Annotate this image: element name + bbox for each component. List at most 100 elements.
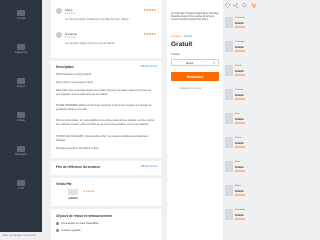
product-thumbnail [225,41,233,52]
recommendation-item[interactable]: Dessin Gratuit [223,136,259,152]
chevron-down-icon: ▾ [213,61,215,66]
app-window: Accueil Catégories Favoris Achats Messag… [0,0,259,240]
product-thumbnail [225,209,233,220]
recommendation-badge [235,74,245,76]
recommendation-name: Jeux [235,113,240,115]
sidebar-item-label: Messages [15,153,27,156]
recommendation-name: Peinture [235,89,244,91]
recommendation-item[interactable]: Jeux Gratuit [223,112,259,128]
share-icon[interactable] [233,3,238,8]
product-thumbnail [225,17,233,28]
contact-seller-link[interactable]: Contacter le vendeur [179,87,201,90]
recommendation-badge [235,194,245,196]
recommendation-price: Gratuit [235,118,244,121]
recommendation-price: Gratuit [235,190,244,193]
option-label: Couleur [171,53,181,56]
recommendation-item[interactable]: Robe Gratuit [223,160,259,176]
description-paragraph: Savon Ultime Vente Coupons Fleurs [56,82,94,84]
recommendation-name: Robe [235,161,241,163]
recommendation-item[interactable]: Kit d'éveil Gratuit [223,16,259,32]
heart-icon[interactable] [225,3,230,8]
check-icon [56,222,59,225]
avatar [56,32,62,38]
review-stars: ★★★★★ [143,32,157,36]
sidebar-item-label: Accueil [16,17,26,20]
purchase-panel: Kit Coloriage Thérapie Magnétique Colori… [167,0,223,240]
recommendation-price: Gratuit [235,142,244,145]
show-all-link[interactable]: Afficher le tout [140,65,157,68]
recommendation-price: Gratuit [235,22,244,25]
recommendation-price: Gratuit [235,166,244,169]
truck-icon [56,229,59,232]
product-price: Gratuit [171,41,193,48]
divider [51,175,162,178]
seller-title: Vendu Par [56,182,72,186]
description-paragraph: PÂTE Diamantée à Vingt Couleurs [56,74,92,76]
description-paragraph: Message du vendeur: Fait d'après le Bucy [56,148,99,150]
login-link[interactable]: Créer un compte / Connexion [2,234,36,237]
product-stars: ★★★★☆ [171,35,183,38]
recommendation-item[interactable]: Peinture Gratuit [223,88,259,104]
product-details: Marty Il y a 1 an ★★★★★ Un très bon choi… [51,0,162,240]
avatar [56,8,62,14]
seller-stars: ★★★★★ [83,190,95,193]
returns-item: Commander en toute tranquillité ! [56,222,99,225]
sidebar-item-orders[interactable]: Achats [0,112,42,122]
sidebar-footer: Créer un compte / Connexion [0,232,42,240]
sidebar-item-categories[interactable]: Catégories [0,44,42,54]
sidebar-item-label: Favoris [16,85,26,88]
review-date: Il y a 1 an [65,12,76,15]
description-paragraph: Made Well: Il est en fourrage élégamment… [56,90,152,96]
product-title: Kit Coloriage Thérapie Magnétique Colori… [171,12,219,22]
product-thumbnail [225,161,233,172]
chat-icon [17,146,25,152]
reviews-link[interactable]: (2) avis [184,35,192,38]
seller-logo [68,189,78,195]
recommendation-badge [235,50,245,52]
returns-item: Livraison gratuite [56,229,81,232]
recommendation-badge [235,98,245,100]
returns-item-label: Livraison gratuite [61,229,81,233]
recommendation-item[interactable]: Bijoux Gratuit [223,184,259,200]
review-text: Un très bon choix. Parfait pour une fill… [65,18,129,21]
recommendation-item[interactable]: Puzzle Gratuit [223,64,259,80]
recommendation-price: Gratuit [235,214,244,217]
sidebar-item-label: Profil [18,187,24,190]
recommendation-badge [235,122,245,124]
recommendation-name: Puzzle [235,65,242,67]
recommendation-name: Coloriage [235,41,245,43]
heart-icon [17,78,25,84]
cart-icon[interactable] [251,3,256,8]
sidebar-item-home[interactable]: Accueil [0,10,42,20]
sidebar-item-label: Achats [17,119,25,122]
seller-name: sa4life2 [68,197,78,200]
bag-icon [17,112,25,118]
recommendation-badge [235,170,245,172]
recommendation-item[interactable]: Coloriage Gratuit [223,40,259,56]
sidebar-item-favorites[interactable]: Favoris [0,78,42,88]
recommendation-item[interactable]: Ensemble Gratuit [223,208,259,224]
recommendation-badge [235,26,245,28]
sidebar-item-label: Catégories [14,51,28,54]
sidebar-item-profile[interactable]: Profil [0,180,42,190]
recommendation-badge [235,146,245,148]
sidebar-item-messages[interactable]: Messages [0,146,42,156]
recommendation-name: Dessin [235,137,242,139]
search-icon[interactable] [242,3,247,8]
sidebar: Accueil Catégories Favoris Achats Messag… [0,0,42,240]
recommendation-name: Kit d'éveil [235,17,245,19]
description-paragraph: Pour les fonds solides. Ici, il est poss… [56,120,155,126]
show-all-link[interactable]: Afficher le tout [140,165,157,168]
returns-title: 30 jours de retour et remboursement [56,214,112,218]
request-button[interactable]: Demander [171,72,219,81]
product-thumbnail [225,65,233,76]
recommendation-price: Gratuit [235,94,244,97]
reference-price-title: Prix de référence du vendeur [56,165,100,169]
returns-item-label: Commander en toute tranquillité ! [61,222,100,226]
divider [51,58,162,61]
description-paragraph: POURE TONNERRE: Mettez vos fils toutes p… [56,105,152,111]
product-thumbnail [225,113,233,124]
divider [51,206,162,209]
color-select[interactable]: Argent ▾ [171,59,219,66]
recommendation-price: Gratuit [235,70,244,73]
